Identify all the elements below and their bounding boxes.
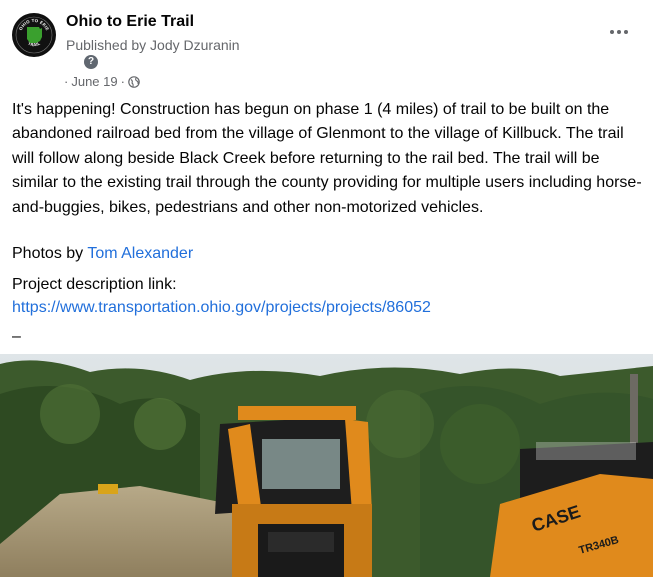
published-by-text: Published by Jody Dzuranin bbox=[66, 37, 240, 53]
project-link[interactable]: https://www.transportation.ohio.gov/proj… bbox=[12, 296, 431, 320]
photo-credit: Photos by Tom Alexander bbox=[12, 242, 193, 266]
post-meta: · June 19 · bbox=[64, 74, 140, 89]
post-body: It's happening! Construction has begun o… bbox=[12, 98, 642, 220]
more-options-button[interactable] bbox=[603, 20, 635, 44]
trailing-dash: – bbox=[12, 328, 21, 345]
more-dot-icon bbox=[617, 30, 621, 34]
post-paragraph: It's happening! Construction has begun o… bbox=[12, 101, 642, 216]
photos-by-label: Photos by bbox=[12, 245, 88, 262]
more-dot-icon bbox=[610, 30, 614, 34]
meta-dot-separator-2: · bbox=[120, 74, 125, 89]
post-photo[interactable]: CASE TR340B bbox=[0, 354, 653, 577]
help-icon[interactable]: ? bbox=[84, 55, 98, 69]
photographer-link[interactable]: Tom Alexander bbox=[87, 245, 193, 262]
skid-steer-main bbox=[215, 406, 372, 577]
construction-photo: CASE TR340B bbox=[0, 354, 653, 577]
project-link-label: Project description link: bbox=[12, 276, 177, 293]
more-dot-icon bbox=[624, 30, 628, 34]
page-name-link[interactable]: Ohio to Erie Trail bbox=[66, 13, 194, 31]
meta-dot-separator: · bbox=[64, 74, 69, 89]
page-avatar[interactable]: OHIO TO ERIE TRAIL bbox=[12, 13, 56, 57]
post-date-link[interactable]: June 19 bbox=[71, 74, 117, 89]
globe-icon bbox=[128, 75, 140, 88]
ohio-trail-logo: OHIO TO ERIE TRAIL bbox=[13, 14, 55, 56]
